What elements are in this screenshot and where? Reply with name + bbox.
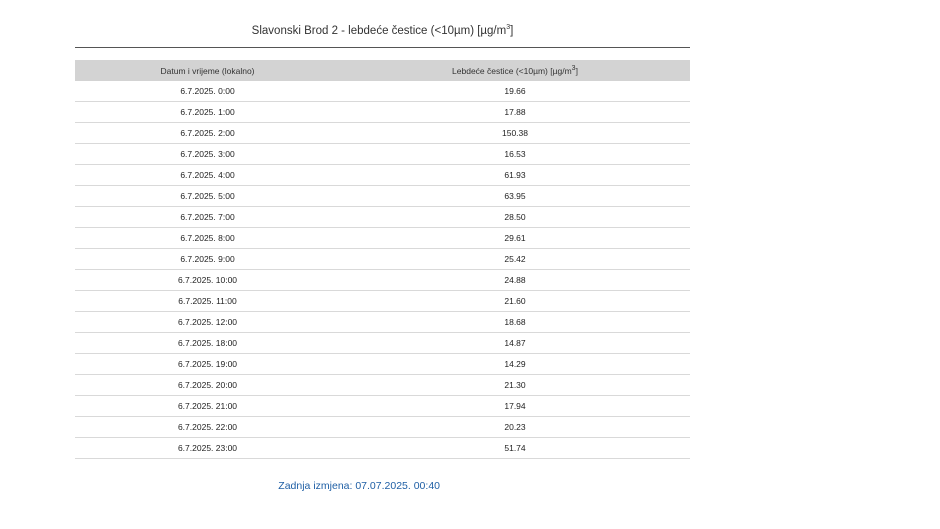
value-cell: 29.61 xyxy=(340,227,690,249)
value-cell: 61.93 xyxy=(340,164,690,186)
datetime-cell: 6.7.2025. 20:00 xyxy=(75,374,340,396)
datetime-cell: 6.7.2025. 22:00 xyxy=(75,416,340,438)
table-row: 6.7.2025. 9:00 25.42 xyxy=(75,248,690,270)
last-modified-text: Zadnja izmjena: 07.07.2025. 00:40 xyxy=(278,480,440,492)
datetime-cell: 6.7.2025. 23:00 xyxy=(75,437,340,459)
column-header-datetime: Datum i vrijeme (lokalno) xyxy=(75,60,340,81)
value-cell: 21.30 xyxy=(340,374,690,396)
data-report: Slavonski Brod 2 - lebdeće čestice (<10µ… xyxy=(75,0,690,492)
datetime-cell: 6.7.2025. 18:00 xyxy=(75,332,340,354)
value-cell: 24.88 xyxy=(340,269,690,291)
table-row: 6.7.2025. 23:00 51.74 xyxy=(75,437,690,459)
datetime-cell: 6.7.2025. 4:00 xyxy=(75,164,340,186)
value-cell: 18.68 xyxy=(340,311,690,333)
datetime-cell: 6.7.2025. 11:00 xyxy=(75,290,340,312)
table-header-row: Datum i vrijeme (lokalno) Lebdeće čestic… xyxy=(75,60,690,81)
datetime-cell: 6.7.2025. 10:00 xyxy=(75,269,340,291)
table-row: 6.7.2025. 2:00 150.38 xyxy=(75,122,690,144)
value-cell: 63.95 xyxy=(340,185,690,207)
value-cell: 150.38 xyxy=(340,122,690,144)
datetime-cell: 6.7.2025. 19:00 xyxy=(75,353,340,375)
value-cell: 21.60 xyxy=(340,290,690,312)
datetime-cell: 6.7.2025. 21:00 xyxy=(75,395,340,417)
table-row: 6.7.2025. 18:00 14.87 xyxy=(75,332,690,354)
value-cell: 16.53 xyxy=(340,143,690,165)
value-cell: 17.88 xyxy=(340,101,690,123)
table-row: 6.7.2025. 12:00 18.68 xyxy=(75,311,690,333)
table-row: 6.7.2025. 10:00 24.88 xyxy=(75,269,690,291)
value-cell: 14.87 xyxy=(340,332,690,354)
datetime-cell: 6.7.2025. 5:00 xyxy=(75,185,340,207)
datetime-cell: 6.7.2025. 1:00 xyxy=(75,101,340,123)
datetime-cell: 6.7.2025. 2:00 xyxy=(75,122,340,144)
datetime-cell: 6.7.2025. 0:00 xyxy=(75,81,340,102)
measurements-table: Datum i vrijeme (lokalno) Lebdeće čestic… xyxy=(75,60,690,459)
datetime-cell: 6.7.2025. 3:00 xyxy=(75,143,340,165)
value-cell: 19.66 xyxy=(340,81,690,102)
value-cell: 28.50 xyxy=(340,206,690,228)
table-row: 6.7.2025. 21:00 17.94 xyxy=(75,395,690,417)
datetime-cell: 6.7.2025. 8:00 xyxy=(75,227,340,249)
table-row: 6.7.2025. 7:00 28.50 xyxy=(75,206,690,228)
value-cell: 17.94 xyxy=(340,395,690,417)
table-row: 6.7.2025. 20:00 21.30 xyxy=(75,374,690,396)
datetime-cell: 6.7.2025. 7:00 xyxy=(75,206,340,228)
value-cell: 51.74 xyxy=(340,437,690,459)
column-header-value: Lebdeće čestice (<10µm) [µg/m3] xyxy=(340,60,690,81)
table-row: 6.7.2025. 5:00 63.95 xyxy=(75,185,690,207)
table-row: 6.7.2025. 11:00 21.60 xyxy=(75,290,690,312)
table-row: 6.7.2025. 8:00 29.61 xyxy=(75,227,690,249)
value-cell: 14.29 xyxy=(340,353,690,375)
table-row: 6.7.2025. 3:00 16.53 xyxy=(75,143,690,165)
datetime-cell: 6.7.2025. 12:00 xyxy=(75,311,340,333)
table-row: 6.7.2025. 22:00 20.23 xyxy=(75,416,690,438)
table-row: 6.7.2025. 0:00 19.66 xyxy=(75,81,690,102)
value-cell: 20.23 xyxy=(340,416,690,438)
table-row: 6.7.2025. 4:00 61.93 xyxy=(75,164,690,186)
datetime-cell: 6.7.2025. 9:00 xyxy=(75,248,340,270)
table-row: 6.7.2025. 1:00 17.88 xyxy=(75,101,690,123)
value-cell: 25.42 xyxy=(340,248,690,270)
table-row: 6.7.2025. 19:00 14.29 xyxy=(75,353,690,375)
title-divider xyxy=(75,47,690,48)
page-title: Slavonski Brod 2 - lebdeće čestice (<10µ… xyxy=(251,24,514,37)
